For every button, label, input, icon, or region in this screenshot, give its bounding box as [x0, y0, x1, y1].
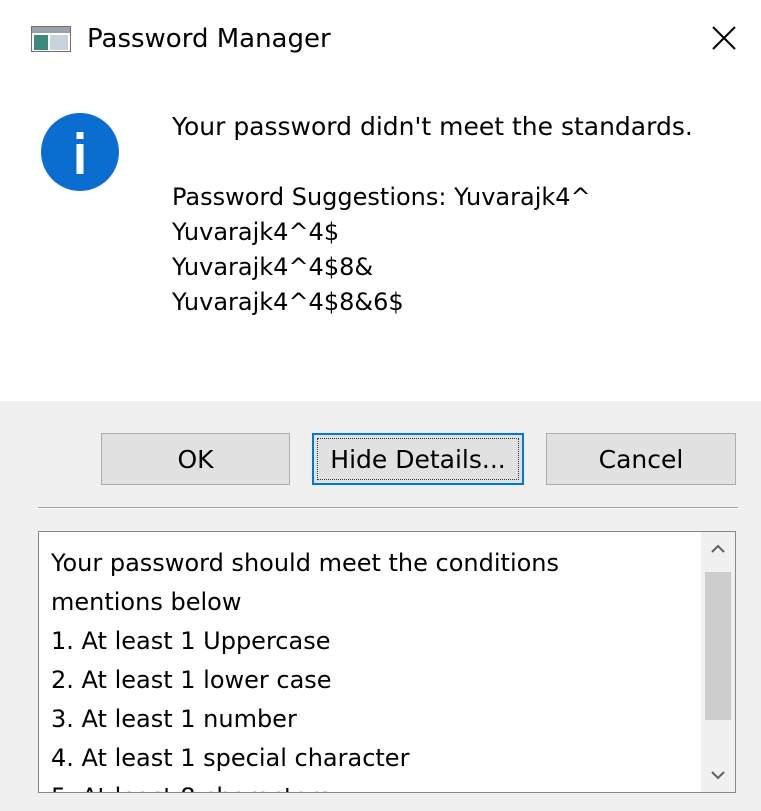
window-title: Password Manager [87, 24, 331, 54]
suggestion-line: Yuvarajk4^4$ [172, 218, 340, 246]
close-icon [712, 26, 736, 50]
cancel-button-label: Cancel [598, 444, 684, 474]
details-line: mentions below [51, 588, 242, 616]
vertical-scrollbar[interactable] [701, 532, 735, 792]
hide-details-button[interactable]: Hide Details... [312, 433, 524, 485]
scroll-up-button[interactable] [701, 532, 735, 566]
details-line: 1. At least 1 Uppercase [51, 627, 331, 655]
cancel-button[interactable]: Cancel [546, 433, 736, 485]
title-bar: Password Manager [0, 0, 761, 78]
details-line: 3. At least 1 number [51, 705, 297, 733]
suggestion-line: Password Suggestions: Yuvarajk4^ [172, 183, 591, 211]
details-text-area[interactable]: Your password should meet the conditions… [38, 531, 736, 793]
focus-rectangle [317, 438, 519, 480]
ok-button-label: OK [177, 444, 214, 474]
details-text: Your password should meet the conditions… [51, 544, 691, 792]
app-window-icon [31, 26, 71, 52]
suggestion-line: Yuvarajk4^4$8& [172, 253, 374, 281]
chevron-up-icon [711, 544, 725, 553]
chevron-down-icon [711, 771, 725, 780]
close-button[interactable] [700, 14, 748, 62]
password-manager-dialog: Password Manager Your password didn't me… [0, 0, 761, 811]
ok-button[interactable]: OK [101, 433, 290, 485]
suggestion-line: Yuvarajk4^4$8&6$ [172, 288, 404, 316]
details-line: 2. At least 1 lower case [51, 666, 332, 694]
divider-highlight [38, 508, 738, 509]
scroll-down-button[interactable] [701, 758, 735, 792]
message-title: Your password didn't meet the standards. [172, 112, 693, 141]
info-icon [41, 113, 119, 191]
password-suggestions: Password Suggestions: Yuvarajk4^ Yuvaraj… [172, 180, 591, 320]
button-panel: OK Hide Details... Cancel Your password … [0, 401, 761, 811]
scrollbar-thumb[interactable] [705, 572, 731, 720]
details-line: Your password should meet the conditions [51, 549, 560, 577]
details-line: 4. At least 1 special character [51, 744, 410, 772]
details-line: 5. At least 8 characters [51, 778, 691, 792]
